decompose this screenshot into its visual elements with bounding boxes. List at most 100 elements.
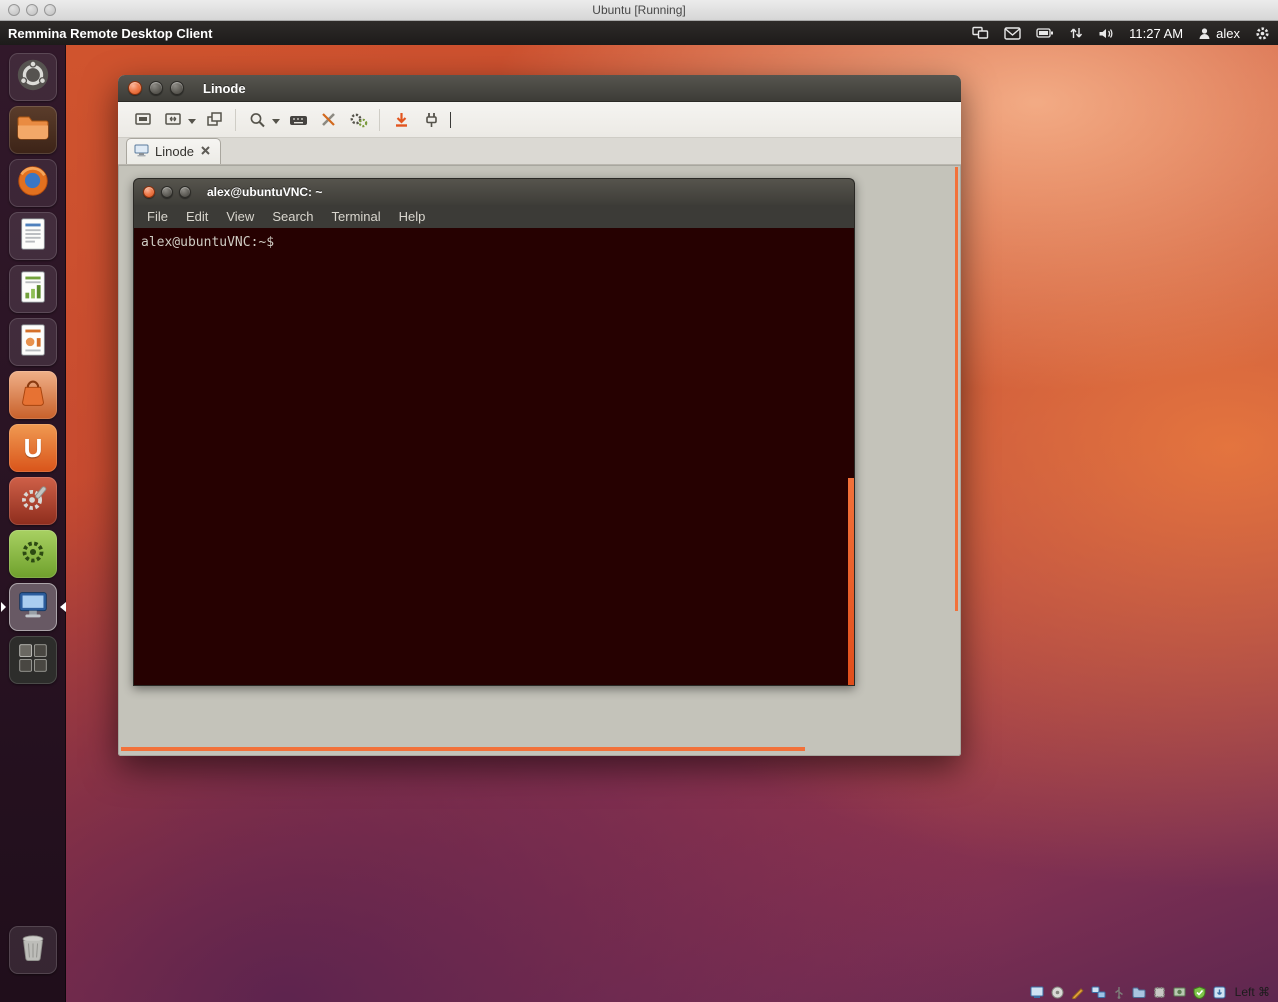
vm-window-titlebar[interactable]: Ubuntu [Running] [0, 0, 1278, 21]
terminal-maximize-button[interactable] [179, 186, 191, 198]
terminal-close-button[interactable] [143, 186, 155, 198]
sound-menu-icon[interactable] [1098, 27, 1114, 40]
remote-view-hscrollbar[interactable] [121, 747, 805, 751]
battery-icon[interactable] [1036, 27, 1054, 39]
window-close-button[interactable] [128, 81, 142, 95]
tools-button[interactable] [313, 106, 343, 133]
panel-indicators: 11:27 AM alex [972, 26, 1270, 41]
writer-icon [14, 215, 52, 258]
duplicate-connection-button[interactable] [199, 106, 229, 133]
status-shared-folders-icon[interactable] [1132, 986, 1146, 998]
menu-file[interactable]: File [138, 207, 177, 226]
launcher-item-firefox[interactable] [0, 159, 66, 207]
remmina-window: Linode [118, 75, 961, 756]
status-video-memory-icon[interactable] [1173, 986, 1186, 998]
tab-label: Linode [155, 144, 194, 159]
running-indicator-pip [1, 602, 6, 612]
network-traffic-icon[interactable] [1069, 26, 1083, 40]
fit-window-dropdown-caret[interactable] [188, 119, 196, 128]
firefox-icon [14, 162, 52, 205]
status-optical-drives-icon[interactable] [1051, 986, 1064, 999]
terminal-window: alex@ubuntuVNC: ~ File Edit View Search … [133, 178, 855, 686]
status-display-icon[interactable] [1030, 986, 1044, 999]
launcher-item-remmina[interactable] [0, 583, 66, 631]
menu-search[interactable]: Search [263, 207, 322, 226]
connection-tab-linode[interactable]: Linode [126, 138, 221, 164]
launcher-item-libreoffice-calc[interactable] [0, 265, 66, 313]
ubuntu-top-panel: Remmina Remote Desktop Client 11:27 AM a… [0, 21, 1278, 45]
terminal-minimize-button[interactable] [161, 186, 173, 198]
launcher-item-ubuntu-software-center[interactable] [0, 371, 66, 419]
user-icon [1198, 27, 1211, 40]
status-video-capture-icon[interactable] [1071, 986, 1084, 999]
status-network-icon[interactable] [1091, 986, 1106, 999]
system-settings-icon [14, 480, 52, 523]
terminal-scrollbar[interactable] [848, 478, 854, 685]
disconnect-button[interactable] [386, 106, 416, 133]
session-gear-icon[interactable] [1255, 26, 1270, 41]
clock-menu[interactable]: 11:27 AM [1129, 26, 1183, 41]
tab-close-icon[interactable] [200, 144, 211, 159]
status-features-icon[interactable] [1153, 986, 1166, 999]
ubuntu-one-icon: U [24, 435, 43, 461]
virtualbox-statusbar: Left ⌘ [1030, 985, 1270, 999]
terminal-body[interactable]: alex@ubuntuVNC:~$ [133, 228, 855, 686]
impress-icon [14, 321, 52, 364]
preferences-button[interactable] [343, 106, 373, 133]
unplug-button[interactable] [416, 106, 446, 133]
remmina-window-title: Linode [203, 81, 246, 96]
user-menu[interactable]: alex [1198, 26, 1240, 41]
user-name: alex [1216, 26, 1240, 41]
remmina-titlebar[interactable]: Linode [118, 75, 961, 102]
window-minimize-button[interactable] [149, 81, 163, 95]
status-mouse-integration-icon[interactable] [1193, 986, 1206, 999]
menu-terminal[interactable]: Terminal [323, 207, 390, 226]
tab-monitor-icon [134, 144, 149, 160]
launcher-item-system-settings[interactable] [0, 477, 66, 525]
workspace-switcher-icon [14, 639, 52, 682]
launcher-item-libreoffice-impress[interactable] [0, 318, 66, 366]
unity-launcher: U [0, 45, 66, 1002]
status-usb-icon[interactable] [1113, 986, 1125, 999]
launcher-item-dash-home[interactable] [0, 53, 66, 101]
remmina-toolbar [118, 102, 961, 138]
launcher-item-home-folder[interactable] [0, 106, 66, 154]
launcher-item-ubuntu-one[interactable]: U [0, 424, 66, 472]
vm-window-title: Ubuntu [Running] [0, 3, 1278, 17]
remmina-icon [14, 586, 52, 629]
fit-window-button[interactable] [158, 106, 188, 133]
terminal-menubar: File Edit View Search Terminal Help [133, 205, 855, 228]
trash-icon [15, 930, 51, 971]
remote-desktop-indicator-icon[interactable] [972, 26, 989, 40]
remote-view-vscrollbar[interactable] [955, 167, 958, 611]
software-center-icon [14, 374, 52, 417]
launcher-item-workspace-switcher[interactable] [0, 636, 66, 684]
shell-prompt: alex@ubuntuVNC:~$ [141, 235, 274, 250]
keyboard-grab-button[interactable] [283, 106, 313, 133]
status-host-key-icon[interactable] [1213, 986, 1226, 999]
menu-view[interactable]: View [217, 207, 263, 226]
remote-desktop-view[interactable]: alex@ubuntuVNC: ~ File Edit View Search … [118, 165, 961, 756]
terminal-window-title: alex@ubuntuVNC: ~ [207, 185, 322, 199]
toolbar-separator [235, 109, 236, 131]
launcher-item-trash[interactable] [0, 926, 66, 974]
menu-help[interactable]: Help [390, 207, 435, 226]
terminal-titlebar[interactable]: alex@ubuntuVNC: ~ [133, 178, 855, 205]
dash-home-icon [14, 56, 52, 99]
menu-edit[interactable]: Edit [177, 207, 217, 226]
zoom-dropdown-caret[interactable] [272, 119, 280, 128]
zoom-button[interactable] [242, 106, 272, 133]
launcher-item-package-manager[interactable] [0, 530, 66, 578]
window-maximize-button[interactable] [170, 81, 184, 95]
package-manager-icon [14, 533, 52, 576]
folder-icon [13, 108, 53, 153]
toolbar-separator [379, 109, 380, 131]
host-key-label: Left ⌘ [1235, 985, 1270, 999]
messaging-menu-icon[interactable] [1004, 27, 1021, 40]
fullscreen-button[interactable] [128, 106, 158, 133]
remmina-tabbar: Linode [118, 138, 961, 165]
calc-icon [14, 268, 52, 311]
launcher-item-libreoffice-writer[interactable] [0, 212, 66, 260]
active-app-title: Remmina Remote Desktop Client [8, 26, 212, 41]
toolbar-text-cursor [450, 112, 451, 128]
